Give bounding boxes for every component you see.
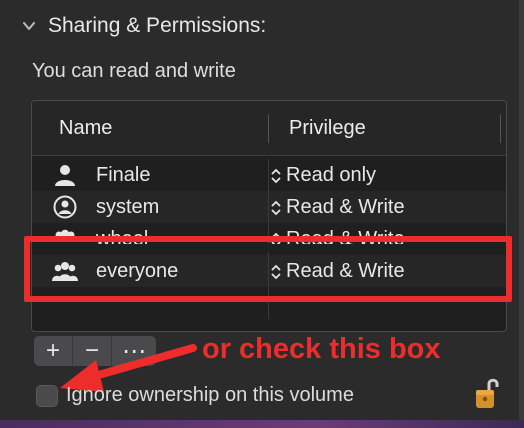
table-row[interactable]: system Read & Write	[32, 191, 506, 223]
column-divider[interactable]	[500, 115, 501, 143]
desktop-background-strip	[0, 420, 524, 428]
privilege-value: Read & Write	[286, 196, 405, 218]
table-row[interactable]: Finale Read only	[32, 159, 506, 191]
up-down-arrows-icon	[271, 168, 281, 183]
user-circle-icon	[53, 195, 77, 219]
cell-divider	[268, 159, 269, 191]
privilege-popup[interactable]: Read & Write	[270, 196, 405, 219]
privilege-popup[interactable]: Read only	[270, 164, 376, 187]
sharing-section-header[interactable]: Sharing & Permissions:	[22, 14, 266, 38]
chevron-down-icon[interactable]	[22, 19, 36, 33]
column-header-name[interactable]: Name	[59, 117, 112, 140]
user-icon	[55, 165, 75, 186]
lock-open-icon[interactable]	[474, 376, 500, 410]
table-header: Name Privilege	[32, 101, 506, 156]
privilege-value: Read only	[286, 164, 377, 186]
ignore-ownership-label[interactable]: Ignore ownership on this volume	[66, 384, 354, 407]
row-occlusion	[32, 244, 504, 252]
permission-summary: You can read and write	[32, 60, 236, 82]
column-divider[interactable]	[268, 115, 269, 143]
ignore-ownership-checkbox[interactable]	[36, 384, 58, 407]
cell-divider	[268, 191, 269, 223]
user-name: system	[96, 196, 160, 218]
section-title: Sharing & Permissions:	[48, 14, 267, 37]
column-header-privilege[interactable]: Privilege	[289, 117, 366, 140]
panel-edge	[519, 0, 524, 428]
user-name: Finale	[96, 164, 151, 186]
annotation-text: or check this box	[202, 333, 441, 365]
ignore-ownership-row[interactable]: Ignore ownership on this volume	[36, 384, 354, 407]
up-down-arrows-icon	[271, 200, 281, 215]
